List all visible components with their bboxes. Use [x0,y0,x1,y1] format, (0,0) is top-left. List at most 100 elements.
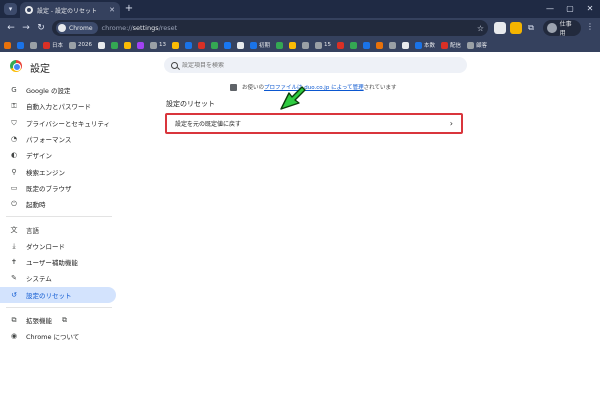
bookmark-item[interactable] [302,41,310,49]
url-text[interactable]: chrome://settings/reset [102,24,178,32]
bookmark-favicon-icon [337,41,345,49]
bookmark-item[interactable] [337,41,345,49]
bookmark-item[interactable] [17,41,24,49]
bookmark-favicon-icon [350,41,358,49]
bookmark-item[interactable]: 2026 [69,41,92,49]
bookmark-item[interactable] [185,41,193,49]
sidebar-item-label: デザイン [26,152,52,161]
sidebar-item[interactable]: ▭ 既定のブラウザ [0,180,116,196]
bookmark-item[interactable] [198,41,206,49]
extension-icon[interactable] [510,22,522,34]
bookmark-item[interactable] [4,41,11,49]
back-arrow-icon[interactable]: ← [5,22,17,34]
restore-defaults-row[interactable]: 設定を元の既定値に戻す › [165,113,463,134]
bookmark-item[interactable]: 配信 [441,41,461,49]
sidebar-divider [6,216,112,218]
building-icon [230,83,237,91]
bookmark-item[interactable]: 日本 [43,41,63,49]
reload-icon[interactable]: ↻ [35,22,47,34]
maximize-icon[interactable]: ▢ [561,2,579,16]
bookmark-item[interactable] [376,41,384,49]
bookmark-item[interactable]: 本数 [415,41,435,49]
sidebar-item[interactable]: ⛉ プライバシーとセキュリティ [0,115,116,131]
restore-defaults-label: 設定を元の既定値に戻す [175,121,242,128]
sidebar-item-label: Google の設定 [26,87,71,96]
new-tab-button[interactable]: + [123,3,135,15]
bookmark-item[interactable] [111,41,119,49]
power-icon: ⏻ [11,200,17,209]
sidebar-item[interactable]: ◔ パフォーマンス [0,131,116,147]
sidebar-item[interactable]: ✎ システム [0,270,116,286]
bookmark-favicon-icon [69,41,77,49]
sidebar-item[interactable]: ◉ Chrome について [0,328,116,344]
bookmark-item[interactable] [350,41,358,49]
chrome-chip[interactable]: Chrome [56,22,98,34]
title-bar: ▾ 設定 - 設定のリセット ✕ + — ▢ ✕ [0,0,600,18]
bookmark-favicon-icon [402,41,410,49]
bookmark-favicon-icon [30,41,37,49]
bookmark-favicon-icon [4,41,11,49]
bookmark-item[interactable]: 顧客 [467,41,487,49]
sidebar-item[interactable]: G Google の設定 [0,82,116,98]
minimize-icon[interactable]: — [541,2,559,16]
bookmark-item[interactable] [289,41,297,49]
bookmark-item[interactable] [224,41,232,49]
sidebar-item[interactable]: 文言語 [0,221,116,237]
close-tab-icon[interactable]: ✕ [109,6,115,14]
settings-gear-icon [25,6,33,14]
bookmark-item[interactable] [211,41,219,49]
tab-title: 設定 - 設定のリセット [37,7,97,15]
search-input[interactable] [182,61,460,69]
bookmark-item[interactable] [402,41,410,49]
sidebar-item-label: プライバシーとセキュリティ [26,119,110,128]
bookmark-item[interactable]: 15 [315,41,332,49]
extension-icon[interactable] [494,22,506,34]
bookmark-item[interactable]: 13 [150,41,166,49]
sidebar-item[interactable]: ◐ デザイン [0,147,116,163]
sidebar-item[interactable]: ⧉ 拡張機能 ⧉ [0,312,116,328]
extensions-puzzle-icon[interactable]: ⧉ [525,22,537,34]
puzzle-icon: ⧉ [11,316,17,324]
sidebar-item[interactable]: ⚿ 自動入力とパスワード [0,98,116,114]
bookmark-item[interactable] [172,41,180,49]
bookmark-favicon-icon [237,41,245,49]
sidebar-item[interactable]: ⤓ ダウンロード [0,238,116,254]
close-window-icon[interactable]: ✕ [581,2,599,16]
bookmark-item[interactable]: 初期 [250,41,270,49]
bookmark-item[interactable] [124,41,132,49]
section-title: 設定のリセット [166,100,215,108]
forward-arrow-icon[interactable]: → [20,22,32,34]
bookmark-favicon-icon [185,41,193,49]
chrome-logo-icon [10,60,22,72]
bookmark-item[interactable] [98,41,106,49]
bookmark-favicon-icon [150,41,158,49]
palette-icon: ◐ [10,151,18,160]
bookmark-favicon-icon [289,41,297,49]
bookmark-favicon-icon [302,41,310,49]
bookmark-favicon-icon [98,41,106,49]
bookmark-star-icon[interactable]: ☆ [477,24,484,33]
bookmark-label: 15 [324,42,332,48]
toolbar: ← → ↻ Chrome chrome://settings/reset ☆ ⧉… [0,18,600,38]
bookmark-item[interactable] [237,41,245,49]
sidebar-item-label: 検索エンジン [26,168,65,177]
tab-search-button[interactable]: ▾ [4,3,17,15]
sidebar-item-label: 自動入力とパスワード [26,103,91,112]
bookmark-favicon-icon [467,41,475,49]
active-tab[interactable]: 設定 - 設定のリセット ✕ [20,2,120,18]
bookmark-item[interactable] [389,41,397,49]
sidebar-item-label: 起動時 [26,201,46,210]
bookmark-item[interactable] [30,41,37,49]
sidebar-item[interactable]: ⚲ 検索エンジン [0,163,116,179]
sidebar-item[interactable]: ✝ ユーザー補助機能 [0,254,116,270]
address-bar[interactable]: Chrome chrome://settings/reset ☆ [52,20,488,36]
settings-search[interactable] [164,57,467,73]
sidebar-item[interactable]: ↺ 設定のリセット [0,286,116,303]
menu-kebab-icon[interactable]: ⋮ [586,22,594,31]
bookmark-item[interactable] [363,41,371,49]
profile-button[interactable]: 仕事用 [543,20,581,37]
sidebar-item[interactable]: ⏻ 起動時 [0,196,116,212]
bookmark-item[interactable] [276,41,284,49]
sidebar-item-label: 拡張機能 [26,317,52,325]
bookmark-item[interactable] [137,41,145,49]
